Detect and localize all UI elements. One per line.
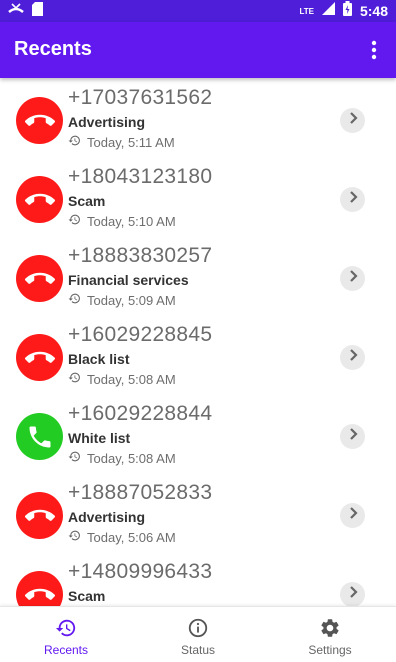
battery-icon xyxy=(342,1,352,21)
history-icon xyxy=(68,292,81,308)
call-item[interactable]: +14809996433 Scam xyxy=(0,554,396,606)
call-ended-icon xyxy=(16,334,63,381)
call-time: Today, 5:06 AM xyxy=(87,529,176,545)
overflow-menu-button[interactable] xyxy=(362,36,386,64)
call-item[interactable]: +18883830257 Financial services Today, 5… xyxy=(0,238,396,317)
chevron-right-icon xyxy=(346,190,360,209)
call-item[interactable]: +16029228845 Black list Today, 5:08 AM xyxy=(0,317,396,396)
gear-icon xyxy=(319,617,341,639)
call-item[interactable]: +17037631562 Advertising Today, 5:11 AM xyxy=(0,80,396,159)
history-icon xyxy=(68,450,81,466)
phone-number: +17037631562 xyxy=(68,86,213,109)
recent-calls-list[interactable]: +17037631562 Advertising Today, 5:11 AM … xyxy=(0,80,396,606)
phone-number: +16029228845 xyxy=(68,323,213,346)
phone-number: +18043123180 xyxy=(68,165,213,188)
history-icon xyxy=(68,134,81,150)
details-button[interactable] xyxy=(340,266,365,291)
call-time: Today, 5:11 AM xyxy=(87,134,175,150)
details-button[interactable] xyxy=(340,345,365,370)
call-category: White list xyxy=(68,430,131,446)
chevron-right-icon xyxy=(346,348,360,367)
more-vert-icon xyxy=(371,40,377,60)
chevron-right-icon xyxy=(346,269,360,288)
call-category: Financial services xyxy=(68,272,189,288)
details-button[interactable] xyxy=(340,187,365,212)
status-bar: LTE 5:48 xyxy=(0,0,396,22)
phone-number: +14809996433 xyxy=(68,560,213,583)
nav-status[interactable]: Status xyxy=(132,607,264,662)
chevron-right-icon xyxy=(346,585,360,604)
nav-label: Status xyxy=(180,643,216,657)
call-ended-icon xyxy=(16,176,63,223)
nav-recents[interactable]: Recents xyxy=(0,607,132,662)
call-time: Today, 5:10 AM xyxy=(87,213,176,229)
history-icon xyxy=(68,529,81,545)
nav-label: Recents xyxy=(43,643,89,657)
call-ended-icon xyxy=(16,492,63,539)
details-button[interactable] xyxy=(340,424,365,449)
history-icon xyxy=(55,617,77,639)
chevron-right-icon xyxy=(346,506,360,525)
nav-label: Settings xyxy=(308,643,352,657)
call-category: Advertising xyxy=(68,114,146,130)
call-ended-icon xyxy=(16,97,63,144)
details-button[interactable] xyxy=(340,503,365,528)
info-icon xyxy=(187,617,209,639)
phone-number: +18887052833 xyxy=(68,481,213,504)
network-label: LTE xyxy=(299,6,314,16)
call-time: Today, 5:08 AM xyxy=(87,371,176,387)
phone-number: +18883830257 xyxy=(68,244,213,267)
chevron-right-icon xyxy=(346,427,360,446)
missed-call-icon xyxy=(8,2,24,21)
details-button[interactable] xyxy=(340,582,365,606)
call-item[interactable]: +18887052833 Advertising Today, 5:06 AM xyxy=(0,475,396,554)
call-ended-icon xyxy=(16,255,63,302)
call-icon xyxy=(16,413,63,460)
signal-icon xyxy=(321,2,335,20)
call-item[interactable]: +16029228844 White list Today, 5:08 AM xyxy=(0,396,396,475)
details-button[interactable] xyxy=(340,108,365,133)
call-time: Today, 5:08 AM xyxy=(87,450,176,466)
clock: 5:48 xyxy=(359,3,388,19)
call-category: Scam xyxy=(68,588,106,604)
call-category: Black list xyxy=(68,351,130,367)
sd-card-icon xyxy=(32,1,43,21)
bottom-navigation: Recents Status Settings xyxy=(0,606,396,662)
call-item[interactable]: +18043123180 Scam Today, 5:10 AM xyxy=(0,159,396,238)
chevron-right-icon xyxy=(346,111,360,130)
call-category: Scam xyxy=(68,193,106,209)
history-icon xyxy=(68,371,81,387)
phone-number: +16029228844 xyxy=(68,402,213,425)
call-ended-icon xyxy=(16,571,63,606)
call-category: Advertising xyxy=(68,509,146,525)
nav-settings[interactable]: Settings xyxy=(264,607,396,662)
history-icon xyxy=(68,213,81,229)
app-bar: Recents xyxy=(0,22,396,78)
page-title: Recents xyxy=(14,38,92,60)
call-time: Today, 5:09 AM xyxy=(87,292,176,308)
